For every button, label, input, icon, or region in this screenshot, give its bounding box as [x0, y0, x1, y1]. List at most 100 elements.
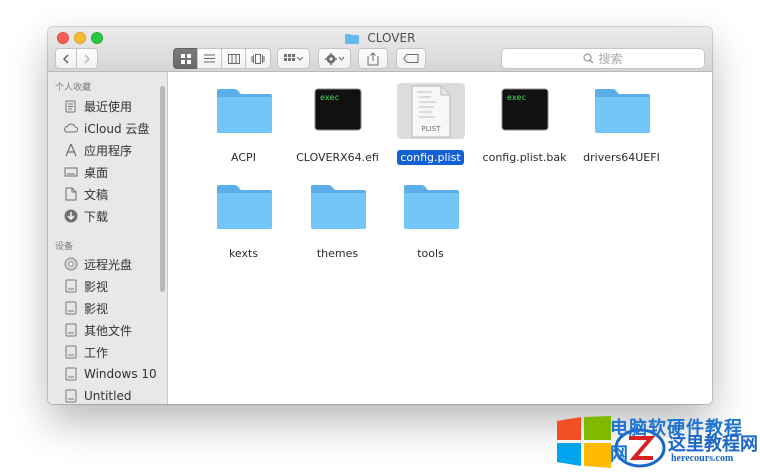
tag-icon — [403, 54, 419, 63]
columns-icon — [227, 53, 240, 64]
sidebar-item-label: iCloud 云盘 — [84, 121, 150, 136]
sidebar: 个人收藏 最近使用 iCloud 云盘 应用程序 桌面 文稿 下载 设备 远程光… — [48, 72, 168, 404]
list-view-button[interactable] — [197, 48, 222, 69]
applications-icon — [63, 143, 78, 158]
file-name: CLOVERX64.efi — [296, 151, 379, 164]
finder-window: CLOVER 搜索 个人收藏 最近使用 iCloud 云盘 应用程序 桌面 文稿… — [48, 27, 712, 404]
sidebar-item-recents[interactable]: 最近使用 — [63, 96, 163, 116]
sidebar-item-label: 远程光盘 — [84, 257, 133, 272]
sidebar-item-label: 下载 — [84, 209, 109, 224]
downloads-icon — [63, 209, 78, 224]
recents-icon — [63, 99, 78, 114]
sidebar-item-label: 桌面 — [84, 165, 109, 180]
drive-icon — [63, 389, 78, 404]
file-item[interactable]: exec config.plist.bak — [477, 83, 572, 173]
desktop-icon — [63, 165, 78, 180]
grid-icon — [180, 53, 191, 64]
folder-icon — [217, 89, 272, 133]
file-name: config.plist.bak — [482, 151, 567, 164]
action-button[interactable] — [318, 48, 351, 69]
window-title-text: CLOVER — [367, 31, 416, 45]
terminal-icon: exec — [314, 88, 362, 131]
forward-button[interactable] — [76, 48, 98, 69]
cover-flow-button[interactable] — [245, 48, 271, 69]
file-name: ACPI — [231, 151, 256, 164]
sidebar-item-drive[interactable]: 影视 — [63, 276, 163, 296]
drive-icon — [63, 279, 78, 294]
windows-logo-icon — [557, 416, 611, 468]
folder-icon — [595, 89, 650, 133]
back-button[interactable] — [55, 48, 77, 69]
window-title: CLOVER — [48, 29, 712, 47]
folder-icon — [404, 185, 459, 229]
icon-view-button[interactable] — [173, 48, 198, 69]
sidebar-item-label: 最近使用 — [84, 99, 133, 114]
cloud-icon — [63, 121, 78, 136]
sidebar-item-label: 工作 — [84, 345, 109, 360]
search-placeholder: 搜索 — [598, 52, 623, 66]
drive-icon — [63, 345, 78, 360]
folder-icon — [311, 185, 366, 229]
sidebar-item-drive[interactable]: 工作 — [63, 342, 163, 362]
plist-badge: PLIST — [422, 125, 442, 133]
sidebar-item-documents[interactable]: 文稿 — [63, 184, 163, 204]
file-item[interactable]: drivers64UEFI — [574, 83, 669, 173]
file-name: config.plist — [397, 150, 464, 165]
share-icon — [367, 51, 379, 65]
terminal-icon: exec — [501, 88, 549, 131]
file-item[interactable]: exec CLOVERX64.efi — [290, 83, 385, 173]
file-name: kexts — [228, 247, 259, 260]
sidebar-item-label: 影视 — [84, 301, 109, 316]
documents-icon — [63, 187, 78, 202]
sidebar-item-drive[interactable]: 影视 — [63, 298, 163, 318]
file-item[interactable]: PLIST config.plist — [383, 83, 478, 173]
file-item[interactable]: tools — [383, 179, 478, 269]
sidebar-item-desktop[interactable]: 桌面 — [63, 162, 163, 182]
exec-badge: exec — [320, 93, 339, 102]
sidebar-item-drive[interactable]: Untitled — [63, 386, 163, 404]
remote-disc-icon — [63, 257, 78, 272]
search-field[interactable]: 搜索 — [501, 48, 705, 69]
folder-icon — [344, 34, 359, 44]
file-name: drivers64UEFI — [583, 151, 660, 164]
sidebar-scrollbar[interactable] — [160, 86, 165, 292]
file-item[interactable]: themes — [290, 179, 385, 269]
title-toolbar: CLOVER 搜索 — [48, 27, 712, 72]
search-icon — [583, 53, 594, 64]
chevron-left-icon — [62, 53, 69, 64]
watermark: 电脑软硬件教程网 这里教程网 herecours.com — [556, 413, 760, 472]
file-browser: ACPI exec CLOVERX64.efi PLIST config.pli… — [169, 72, 712, 404]
drive-icon — [63, 323, 78, 338]
sidebar-item-downloads[interactable]: 下载 — [63, 206, 163, 226]
plist-file-icon: PLIST — [397, 83, 465, 139]
sidebar-item-drive[interactable]: Windows 10 — [63, 364, 163, 384]
tags-button[interactable] — [396, 48, 426, 69]
chevron-right-icon — [84, 53, 91, 64]
arrange-button[interactable] — [277, 48, 310, 69]
column-view-button[interactable] — [221, 48, 246, 69]
sidebar-item-label: Windows 10 — [84, 367, 157, 381]
gear-icon — [324, 52, 344, 65]
file-name: themes — [316, 247, 359, 260]
drive-icon — [63, 301, 78, 316]
file-item[interactable]: ACPI — [196, 83, 291, 173]
sidebar-item-label: 文稿 — [84, 187, 109, 202]
file-name: tools — [417, 247, 444, 260]
sidebar-item-icloud[interactable]: iCloud 云盘 — [63, 118, 163, 138]
sidebar-item-label: 应用程序 — [84, 143, 133, 158]
sidebar-item-remote-disc[interactable]: 远程光盘 — [63, 254, 163, 274]
sidebar-item-label: 其他文件 — [84, 323, 133, 338]
sidebar-item-label: 影视 — [84, 279, 109, 294]
arrange-icon — [284, 53, 303, 61]
list-icon — [204, 54, 215, 63]
file-item[interactable]: kexts — [196, 179, 291, 269]
cover-flow-icon — [251, 53, 265, 64]
watermark-url: herecours.com — [671, 453, 734, 464]
screenshot-stage: CLOVER 搜索 个人收藏 最近使用 iCloud 云盘 应用程序 桌面 文稿… — [0, 0, 760, 472]
share-button[interactable] — [358, 48, 388, 69]
sidebar-item-drive[interactable]: 其他文件 — [63, 320, 163, 340]
sidebar-item-applications[interactable]: 应用程序 — [63, 140, 163, 160]
drive-icon — [63, 367, 78, 382]
favorites-heading: 个人收藏 — [55, 83, 92, 93]
devices-heading: 设备 — [55, 242, 74, 252]
